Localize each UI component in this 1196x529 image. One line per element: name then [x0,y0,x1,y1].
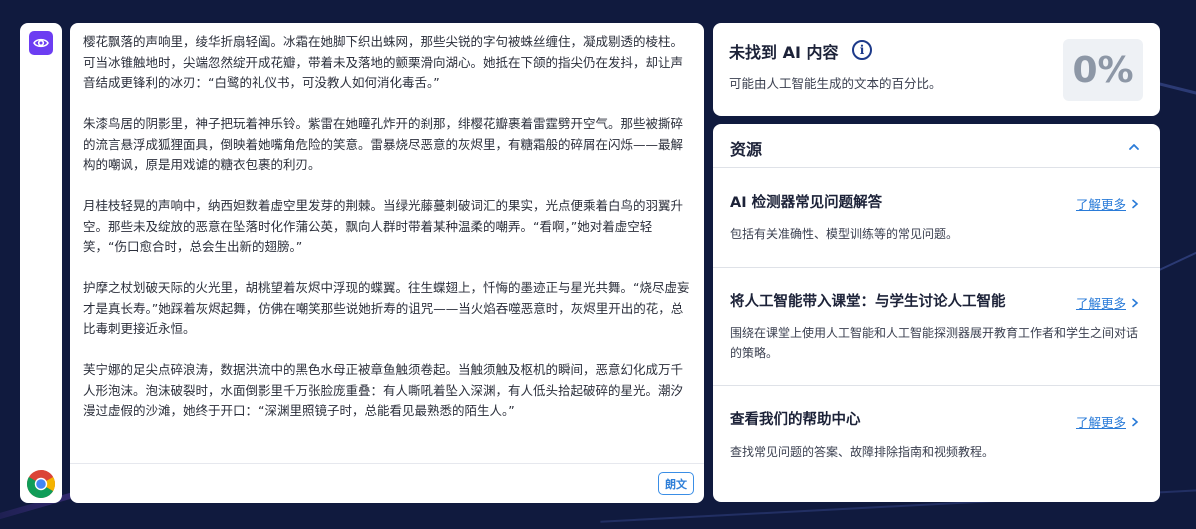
resource-item-description: 查找常见问题的答案、故障排除指南和视频教程。 [730,445,995,459]
resources-header[interactable]: 资源 [713,124,1160,168]
result-description: 可能由人工智能生成的文本的百分比。 [729,76,942,91]
ai-percentage: 0% [1063,39,1143,101]
resource-item-description: 围绕在课堂上使用人工智能和人工智能探测器展开教育工作者和学生之间对话的策略。 [730,326,1139,360]
text-content[interactable]: 樱花飘落的声响里，绫华折扇轻阖。冰霜在她脚下织出蛛网，那些尖锐的字句被蛛丝缠住，… [83,32,695,462]
resource-item: AI 检测器常见问题解答 了解更多 包括有关准确性、模型训练等的常见问题。 [713,168,1160,268]
chevron-right-icon [1132,417,1139,426]
resource-item-title: 查看我们的帮助中心 [730,412,861,428]
learn-more-link[interactable]: 了解更多 [1076,412,1140,431]
side-toolbar [20,23,62,503]
learn-more-label: 了解更多 [1075,296,1126,311]
resources-panel: 资源 AI 检测器常见问题解答 了解更多 包括有关准确性、模型训练等的常见问题。… [713,124,1160,502]
paragraph: 樱花飘落的声响里，绫华折扇轻阖。冰霜在她脚下织出蛛网，那些尖锐的字句被蛛丝缠住，… [83,34,684,90]
chevron-right-icon [1132,298,1139,307]
paragraph: 护摩之杖划破天际的火光里，胡桃望着灰烬中浮现的蝶翼。往生蝶翅上，忏悔的墨迹正与星… [83,280,690,336]
chrome-icon[interactable] [26,469,56,499]
chevron-right-icon [1132,199,1139,208]
paragraph: 芙宁娜的足尖点碎浪涛，数据洪流中的黑色水母正被章鱼触须卷起。当触须触及枢机的瞬间… [83,362,684,418]
learn-more-link[interactable]: 了解更多 [1076,194,1140,213]
learn-more-link[interactable]: 了解更多 [1076,293,1140,312]
resource-item: 将人工智能带入课堂：与学生讨论人工智能 了解更多 围绕在课堂上使用人工智能和人工… [713,268,1160,386]
language-button[interactable]: 朗文 [658,472,694,495]
resources-title: 资源 [730,140,763,159]
resource-item: 查看我们的帮助中心 了解更多 查找常见问题的答案、故障排除指南和视频教程。 [713,386,1160,502]
info-icon[interactable]: i [852,40,872,60]
eye-icon [33,38,49,48]
learn-more-label: 了解更多 [1075,197,1126,212]
resource-item-description: 包括有关准确性、模型训练等的常见问题。 [730,227,959,241]
resource-item-title: 将人工智能带入课堂：与学生讨论人工智能 [730,294,1006,310]
chevron-up-icon[interactable] [1128,141,1140,153]
result-title: 未找到 AI 内容 [729,43,839,62]
paragraph: 朱漆鸟居的阴影里，神子把玩着神乐铃。紫雷在她瞳孔炸开的刹那，绯樱花瓣裹着雷霆劈开… [83,116,684,172]
paragraph: 月桂枝轻晃的声响中，纳西妲数着虚空里发芽的荆棘。当绿光藤蔓刺破词汇的果实，光点便… [83,198,684,254]
eye-button[interactable] [29,31,53,55]
text-input-panel[interactable]: 樱花飘落的声响里，绫华折扇轻阖。冰霜在她脚下织出蛛网，那些尖锐的字句被蛛丝缠住，… [70,23,704,503]
text-footer: 朗文 [70,463,704,503]
resource-item-title: AI 检测器常见问题解答 [730,195,883,211]
result-card: 未找到 AI 内容 i 可能由人工智能生成的文本的百分比。 0% [713,23,1160,116]
learn-more-label: 了解更多 [1075,415,1126,430]
